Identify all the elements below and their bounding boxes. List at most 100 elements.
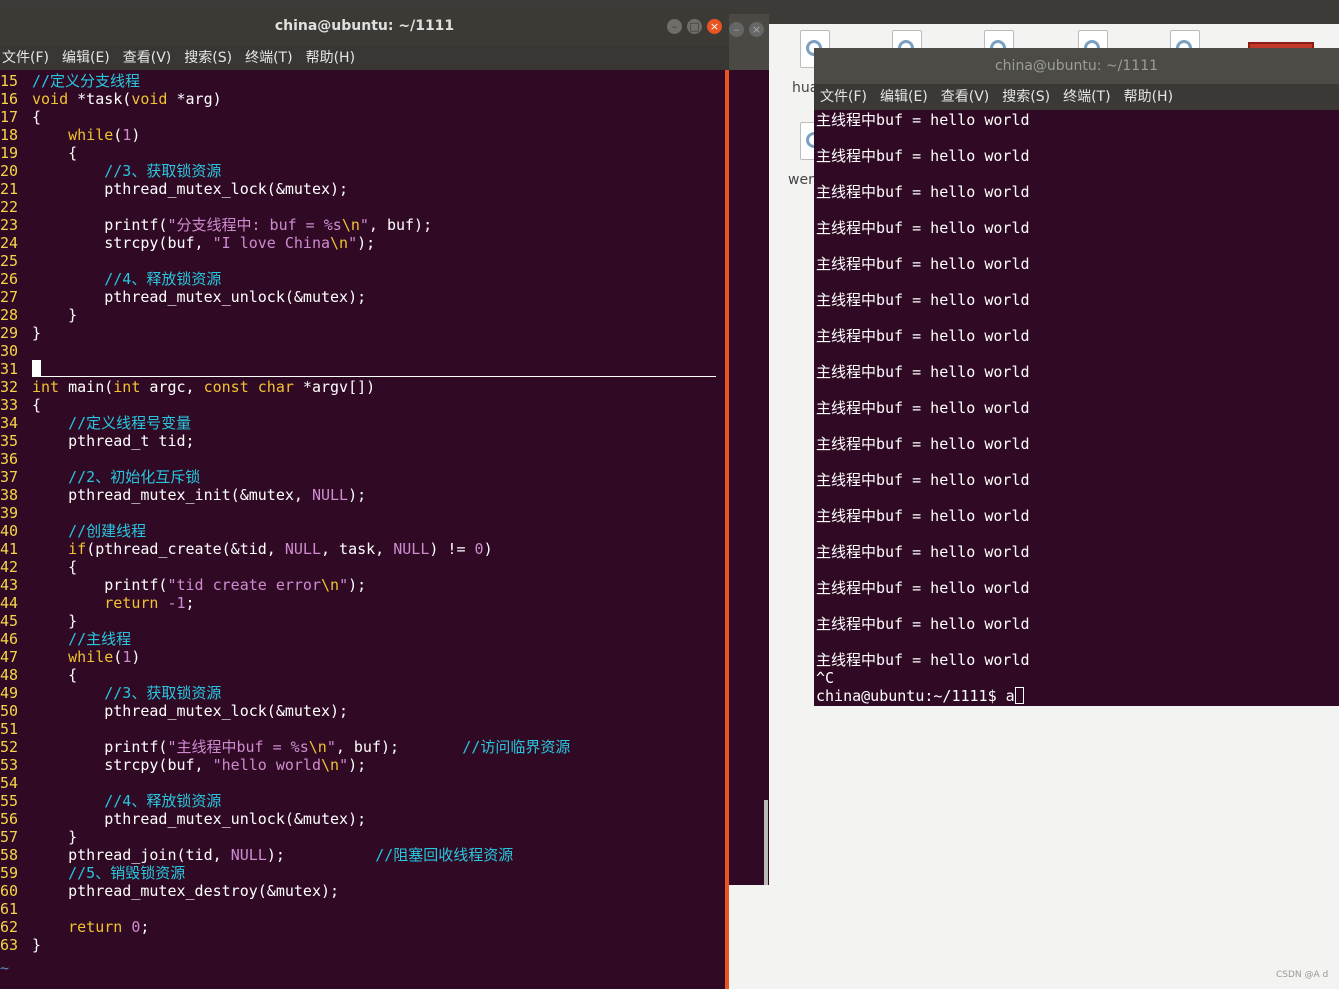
line-number: 36	[0, 450, 19, 468]
code-text: //定义线程号变量	[68, 414, 192, 432]
code-line: 39	[0, 504, 32, 522]
code-line: 56 pthread_mutex_unlock(&mutex);	[0, 810, 366, 828]
line-number: 28	[0, 306, 19, 324]
line-number: 61	[0, 900, 19, 918]
terminal-titlebar[interactable]: china@ubuntu: ~/1111	[814, 48, 1339, 84]
line-number: 43	[0, 576, 19, 594]
output-line: 主线程中buf = hello world	[816, 219, 1030, 237]
close-icon[interactable]: ×	[707, 19, 722, 34]
minimize-icon[interactable]: –	[729, 22, 744, 37]
code-text: }	[32, 936, 42, 954]
code-line: 43 printf("tid create error\n");	[0, 576, 366, 594]
code-line: 36	[0, 450, 32, 468]
code-line: 18 while(1)	[0, 126, 140, 144]
output-line: 主线程中buf = hello world	[816, 471, 1030, 489]
menu-terminal[interactable]: 终端(T)	[1063, 89, 1110, 105]
scrollbar[interactable]	[764, 800, 768, 885]
code-line: 37 //2、初始化互斥锁	[0, 468, 200, 486]
line-number: 25	[0, 252, 19, 270]
code-text: }	[32, 612, 78, 630]
minimize-icon[interactable]: –	[667, 19, 682, 34]
line-number: 21	[0, 180, 19, 198]
code-line: 45 }	[0, 612, 77, 630]
line-number: 63	[0, 936, 19, 954]
maximize-icon[interactable]: □	[687, 19, 702, 34]
code-text: printf("主线程中buf = %s\n", buf); //访问临界资源	[32, 738, 571, 756]
code-line: 16 void *task(void *arg)	[0, 90, 222, 108]
menu-edit[interactable]: 编辑(E)	[62, 50, 110, 66]
code-text: //创建线程	[68, 522, 147, 540]
editor-menubar: 文件(F) 编辑(E) 查看(V) 搜索(S) 终端(T) 帮助(H)	[0, 46, 729, 70]
code-text: printf("tid create error\n");	[32, 576, 367, 594]
code-text: if(pthread_create(&tid, NULL, task, NULL…	[68, 540, 493, 558]
code-text: pthread_mutex_unlock(&mutex);	[32, 288, 367, 306]
code-text: //主线程	[68, 630, 132, 648]
close-icon[interactable]: ×	[749, 22, 764, 37]
line-number: 59	[0, 864, 19, 882]
interrupt-line: ^C	[816, 669, 835, 687]
code-line: 57 }	[0, 828, 77, 846]
line-number: 34	[0, 414, 19, 432]
line-number: 38	[0, 486, 19, 504]
vim-tilde: ~	[0, 959, 10, 977]
menu-file[interactable]: 文件(F)	[820, 89, 867, 105]
code-text: return 0;	[68, 918, 150, 936]
code-line: 40 //创建线程	[0, 522, 146, 540]
line-number: 52	[0, 738, 19, 756]
menu-search[interactable]: 搜索(S)	[184, 50, 232, 66]
code-text: {	[32, 558, 78, 576]
code-text: //定义分支线程	[32, 72, 141, 90]
terminal-menubar: 文件(F) 编辑(E) 查看(V) 搜索(S) 终端(T) 帮助(H)	[814, 84, 1339, 110]
code-line: 58 pthread_join(tid, NULL); //阻塞回收线程资源	[0, 846, 513, 864]
code-line: 35 pthread_t tid;	[0, 432, 195, 450]
code-text: printf("分支线程中: buf = %s\n", buf);	[32, 216, 433, 234]
menu-search[interactable]: 搜索(S)	[1002, 89, 1050, 105]
output-line: 主线程中buf = hello world	[816, 183, 1030, 201]
line-number: 62	[0, 918, 19, 936]
code-line: 32 int main(int argc, const char *argv[])	[0, 378, 375, 396]
terminal-output[interactable]: 主线程中buf = hello world 主线程中buf = hello wor…	[814, 110, 1339, 706]
shell-prompt: china@ubuntu:~/1111$	[816, 687, 1006, 705]
line-number: 22	[0, 198, 19, 216]
line-number: 60	[0, 882, 19, 900]
text-cursor	[1014, 687, 1024, 704]
code-line: 17 {	[0, 108, 41, 126]
menu-help[interactable]: 帮助(H)	[306, 50, 355, 66]
code-text: int main(int argc, const char *argv[])	[32, 378, 376, 396]
code-line: 62 return 0;	[0, 918, 149, 936]
code-line: 42 {	[0, 558, 77, 576]
code-line: 47 while(1)	[0, 648, 140, 666]
code-line: 26 //4、释放锁资源	[0, 270, 221, 288]
code-line: 38 pthread_mutex_init(&mutex, NULL);	[0, 486, 366, 504]
code-text: while(1)	[68, 126, 141, 144]
output-line: 主线程中buf = hello world	[816, 399, 1030, 417]
menu-edit[interactable]: 编辑(E)	[880, 89, 928, 105]
line-number: 37	[0, 468, 19, 486]
editor-titlebar[interactable]: china@ubuntu: ~/1111	[0, 12, 729, 46]
code-line: 51	[0, 720, 32, 738]
code-text: pthread_join(tid, NULL); //阻塞回收线程资源	[32, 846, 514, 864]
menu-view[interactable]: 查看(V)	[941, 89, 990, 105]
line-number: 23	[0, 216, 19, 234]
prompt-line[interactable]: china@ubuntu:~/1111$ a	[816, 687, 1024, 705]
line-number: 51	[0, 720, 19, 738]
typed-input[interactable]: a	[1006, 687, 1015, 705]
menu-view[interactable]: 查看(V)	[123, 50, 172, 66]
code-text: //3、获取锁资源	[104, 162, 222, 180]
output-line: 主线程中buf = hello world	[816, 543, 1030, 561]
menu-terminal[interactable]: 终端(T)	[245, 50, 292, 66]
watermark: CSDN @A d	[1276, 970, 1329, 980]
code-line: 54	[0, 774, 32, 792]
menu-file[interactable]: 文件(F)	[2, 50, 49, 66]
code-line: 50 pthread_mutex_lock(&mutex);	[0, 702, 348, 720]
output-line: 主线程中buf = hello world	[816, 111, 1030, 129]
line-number: 31	[0, 360, 19, 378]
menu-help[interactable]: 帮助(H)	[1124, 89, 1173, 105]
code-line: 20 //3、获取锁资源	[0, 162, 221, 180]
code-text: }	[32, 324, 42, 342]
code-line: 15 //定义分支线程	[0, 72, 140, 90]
line-number: 47	[0, 648, 19, 666]
code-text: pthread_t tid;	[32, 432, 195, 450]
code-text: {	[32, 144, 78, 162]
code-text: pthread_mutex_lock(&mutex);	[32, 180, 349, 198]
